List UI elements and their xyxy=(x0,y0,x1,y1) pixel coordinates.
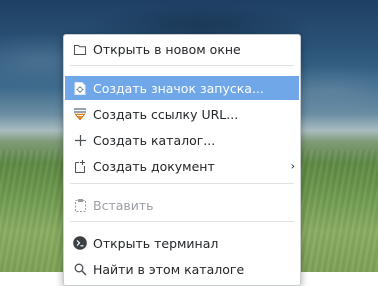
menu-item-create-folder[interactable]: Создать каталог... xyxy=(65,128,299,152)
new-document-icon xyxy=(73,159,87,173)
menu-item-label: Открыть терминал xyxy=(93,235,219,251)
folder-icon xyxy=(73,42,87,56)
menu-item-create-launcher[interactable]: Создать значок запуска... xyxy=(65,76,299,100)
menu-item-search-folder[interactable]: Найти в этом каталоге xyxy=(65,257,299,281)
menu-item-create-document[interactable]: Создать документ › xyxy=(65,154,299,178)
menu-item-label: Открыть в новом окне xyxy=(93,41,241,57)
menu-item-open-terminal[interactable]: Открыть терминал xyxy=(65,231,299,255)
menu-item-label: Найти в этом каталоге xyxy=(93,261,245,277)
menu-separator xyxy=(70,65,294,66)
menu-separator xyxy=(70,221,294,222)
menu-item-paste: Вставить xyxy=(65,193,299,217)
menu-item-create-url-link[interactable]: Создать ссылку URL... xyxy=(65,102,299,126)
search-icon xyxy=(73,262,87,276)
link-icon xyxy=(73,107,87,121)
menu-item-label: Создать документ xyxy=(93,158,215,174)
menu-item-label: Вставить xyxy=(93,197,154,213)
menu-item-label: Создать ссылку URL... xyxy=(93,106,239,122)
context-menu: Открыть в новом окне Создать значок запу… xyxy=(63,34,301,286)
menu-item-label: Создать каталог... xyxy=(93,132,216,148)
plus-icon xyxy=(73,133,87,147)
menu-separator xyxy=(70,183,294,184)
submenu-arrow-icon: › xyxy=(290,159,295,173)
menu-item-open-new-window[interactable]: Открыть в новом окне xyxy=(65,37,299,61)
menu-item-label: Создать значок запуска... xyxy=(93,80,264,96)
launcher-icon xyxy=(73,81,87,95)
terminal-icon xyxy=(73,236,87,250)
paste-icon xyxy=(73,198,87,212)
